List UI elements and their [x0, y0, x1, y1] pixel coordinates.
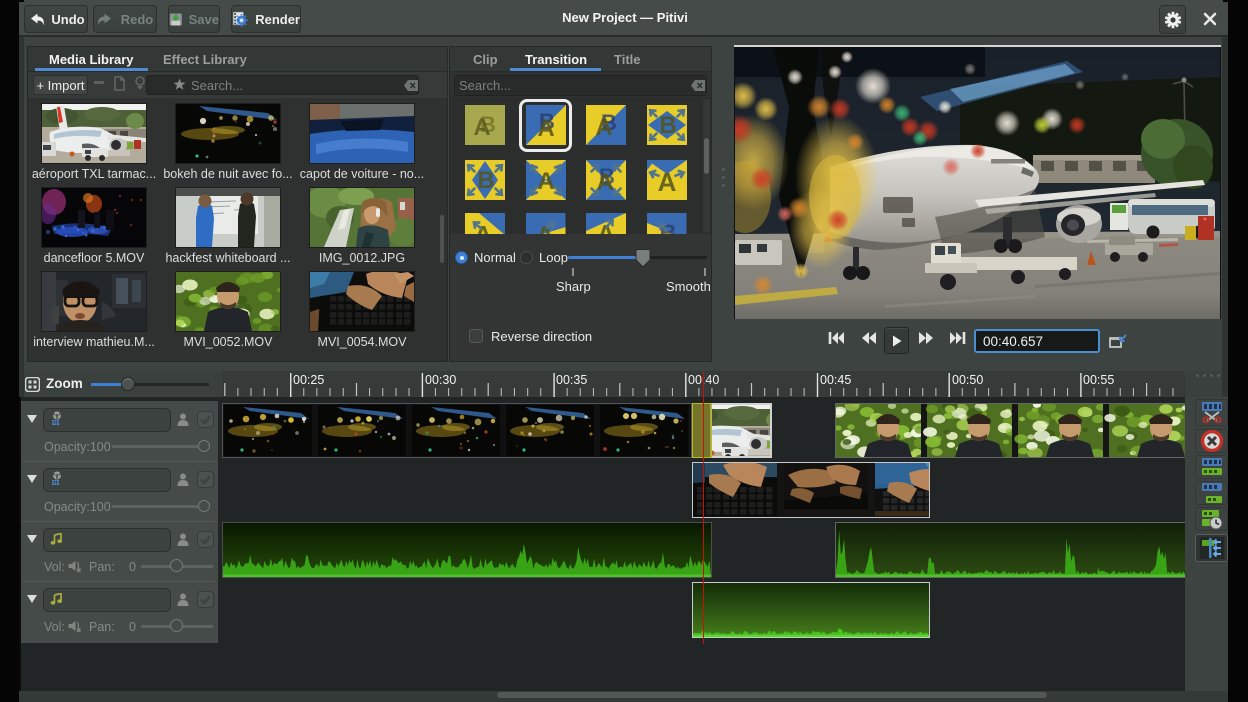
svg-text:A: A — [595, 114, 612, 141]
svg-text:A: A — [657, 167, 676, 197]
svg-text:B: B — [659, 112, 676, 139]
svg-text:A: A — [537, 168, 554, 195]
svg-text:B: B — [477, 167, 494, 194]
svg-text:A: A — [473, 114, 490, 141]
svg-text:A: A — [596, 169, 613, 196]
